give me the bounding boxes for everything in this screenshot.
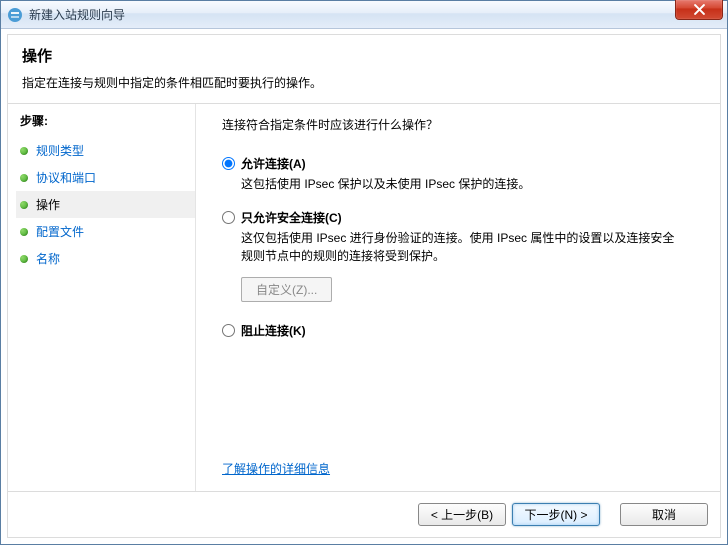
radio-block[interactable] — [222, 324, 235, 337]
step-label: 规则类型 — [36, 142, 84, 159]
option-secure: 只允许安全连接(C) 这仅包括使用 IPsec 进行身份验证的连接。使用 IPs… — [222, 209, 700, 306]
wizard-footer: < 上一步(B) 下一步(N) > 取消 — [8, 491, 720, 537]
option-allow: 允许连接(A) 这包括使用 IPsec 保护以及未使用 IPsec 保护的连接。 — [222, 155, 700, 193]
step-action[interactable]: 操作 — [16, 191, 195, 218]
back-button[interactable]: < 上一步(B) — [418, 503, 506, 526]
cancel-button[interactable]: 取消 — [620, 503, 708, 526]
wizard-window: 新建入站规则向导 操作 指定在连接与规则中指定的条件相匹配时要执行的操作。 步骤… — [0, 0, 728, 545]
inner-panel: 操作 指定在连接与规则中指定的条件相匹配时要执行的操作。 步骤: 规则类型 协议… — [7, 34, 721, 538]
step-label: 配置文件 — [36, 223, 84, 240]
radio-allow-label: 允许连接(A) — [241, 155, 306, 172]
bullet-icon — [20, 228, 28, 236]
radio-secure[interactable] — [222, 211, 235, 224]
customize-button: 自定义(Z)... — [241, 277, 332, 302]
main-area: 连接符合指定条件时应该进行什么操作？ 允许连接(A) 这包括使用 IPsec 保… — [196, 104, 720, 491]
radio-block-label: 阻止连接(K) — [241, 322, 306, 339]
steps-sidebar: 步骤: 规则类型 协议和端口 操作 配置文件 — [8, 104, 196, 491]
step-rule-type[interactable]: 规则类型 — [16, 137, 195, 164]
radio-secure-row[interactable]: 只允许安全连接(C) — [222, 209, 700, 226]
close-icon — [694, 4, 705, 15]
step-name[interactable]: 名称 — [16, 245, 195, 272]
window-title: 新建入站规则向导 — [29, 6, 125, 23]
option-secure-desc: 这仅包括使用 IPsec 进行身份验证的连接。使用 IPsec 属性中的设置以及… — [241, 230, 681, 265]
app-icon — [7, 7, 23, 23]
close-button[interactable] — [675, 0, 723, 20]
page-description: 指定在连接与规则中指定的条件相匹配时要执行的操作。 — [22, 74, 706, 91]
radio-block-row[interactable]: 阻止连接(K) — [222, 322, 700, 339]
prompt-text: 连接符合指定条件时应该进行什么操作？ — [222, 116, 700, 133]
page-title: 操作 — [22, 45, 706, 66]
step-label: 协议和端口 — [36, 169, 96, 186]
step-label: 操作 — [36, 196, 60, 213]
bullet-icon — [20, 255, 28, 263]
bullet-icon — [20, 174, 28, 182]
wizard-header: 操作 指定在连接与规则中指定的条件相匹配时要执行的操作。 — [8, 35, 720, 104]
radio-allow[interactable] — [222, 157, 235, 170]
bullet-icon — [20, 201, 28, 209]
radio-secure-label: 只允许安全连接(C) — [241, 209, 342, 226]
option-allow-desc: 这包括使用 IPsec 保护以及未使用 IPsec 保护的连接。 — [241, 176, 681, 193]
body-area: 步骤: 规则类型 协议和端口 操作 配置文件 — [8, 104, 720, 491]
next-button[interactable]: 下一步(N) > — [512, 503, 600, 526]
titlebar: 新建入站规则向导 — [1, 1, 727, 29]
step-label: 名称 — [36, 250, 60, 267]
step-profile[interactable]: 配置文件 — [16, 218, 195, 245]
step-protocol-ports[interactable]: 协议和端口 — [16, 164, 195, 191]
content-wrap: 操作 指定在连接与规则中指定的条件相匹配时要执行的操作。 步骤: 规则类型 协议… — [1, 29, 727, 544]
option-block: 阻止连接(K) — [222, 322, 700, 343]
bullet-icon — [20, 147, 28, 155]
learn-more-link[interactable]: 了解操作的详细信息 — [222, 460, 330, 477]
radio-allow-row[interactable]: 允许连接(A) — [222, 155, 700, 172]
steps-heading: 步骤: — [16, 112, 195, 129]
